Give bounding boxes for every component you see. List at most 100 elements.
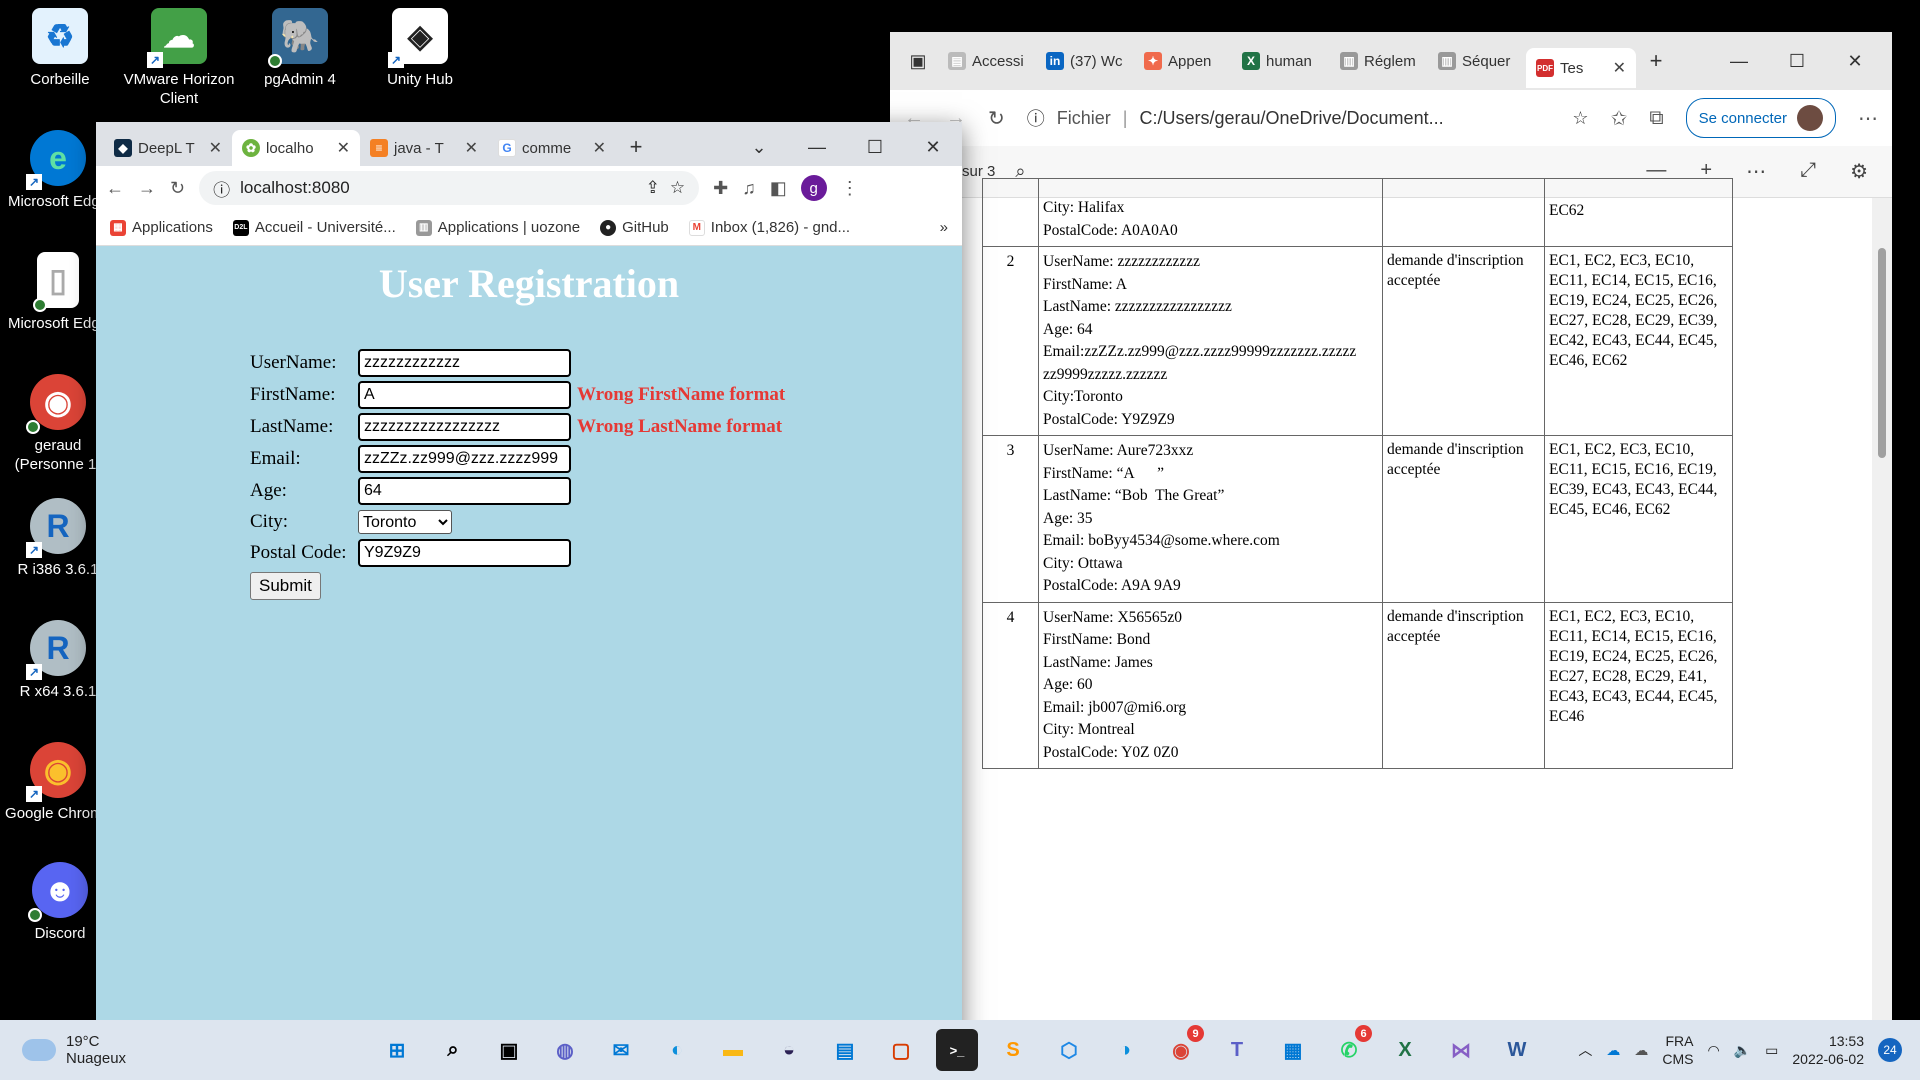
edge-tab[interactable]: ✦ Appen [1134,43,1232,79]
age-row: Age: [250,476,571,506]
new-tab-icon[interactable]: + [616,134,656,160]
close-tab-icon[interactable]: ✕ [209,138,222,158]
edge-tab[interactable]: Xhuman [1232,43,1330,79]
desktop-icon-pgadmin[interactable]: 🐘 pgAdmin 4 [242,8,358,89]
language-indicator[interactable]: FRA CMS [1662,1032,1693,1068]
minimize-icon[interactable]: — [788,137,846,158]
bookmark-star-icon[interactable]: ☆ [670,178,685,198]
sign-in-button[interactable]: Se connecter [1685,98,1836,138]
minimize-icon[interactable]: — [1710,51,1768,72]
whatsapp-icon[interactable]: ✆ 6 [1328,1025,1372,1071]
extensions-icon[interactable]: ✚ [713,178,728,199]
reload-icon[interactable]: ↻ [988,106,1005,131]
more-menu-icon[interactable]: ⋯ [1858,106,1878,131]
edge-tab-active[interactable]: PDF Tes ✕ [1526,48,1636,88]
more-bookmarks-icon[interactable]: » [940,219,948,236]
wifi-icon[interactable]: ◠ [1707,1042,1719,1059]
submit-button[interactable]: Submit [250,572,321,600]
profile-avatar[interactable]: g [800,175,827,201]
username-input[interactable] [358,349,571,377]
chrome-tab[interactable]: Gcomme ✕ [488,130,616,166]
edge-tab[interactable]: ▥ Réglem [1330,43,1428,79]
edge-tab[interactable]: ▤ Accessi [938,43,1036,79]
mail-icon[interactable]: ✉ [600,1029,642,1071]
clock[interactable]: 13:53 2022-06-02 [1792,1032,1864,1068]
edge-profile-icon[interactable]: ◑ [1104,1029,1146,1071]
bookmark-uozone[interactable]: ▥ Applications | uozone [415,219,580,236]
postal-input[interactable] [358,539,571,567]
edge-tab[interactable]: ▥ Séquer [1428,43,1526,79]
office-icon[interactable]: ▢ [880,1029,922,1071]
chrome-menu-icon[interactable]: ⋮ [841,178,859,199]
back-icon[interactable]: ← [106,178,124,199]
url-field[interactable]: ⓘ Fichier | C:/Users/gerau/OneDrive/Docu… [1027,105,1589,131]
desktop-icon-recycle-bin[interactable]: ♻ Corbeille [2,8,118,89]
close-icon[interactable]: ✕ [1826,51,1884,72]
tab-actions-icon[interactable]: ▣ [898,51,938,72]
more-tools-icon[interactable]: ⋯ [1746,159,1766,184]
chat-icon[interactable]: ◍ [544,1029,586,1071]
calendar-icon[interactable]: ▦ [1272,1029,1314,1071]
scrollbar-thumb[interactable] [1878,248,1886,458]
close-tab-icon[interactable]: ✕ [593,138,606,158]
volume-icon[interactable]: 🔈 [1734,1042,1751,1059]
firstname-input[interactable] [358,381,571,409]
city-select[interactable]: Toronto [358,510,452,534]
eclipse-icon[interactable]: ◒ [768,1029,810,1071]
desktop-icon-unity-hub[interactable]: ◈ ↗ Unity Hub [362,8,478,89]
notification-center-icon[interactable]: 24 [1878,1038,1902,1062]
reload-icon[interactable]: ↻ [170,178,185,199]
virtualbox-icon[interactable]: ⬡ [1048,1029,1090,1071]
edge-icon[interactable]: ◐ [656,1029,698,1071]
onedrive-personal-icon[interactable]: ☁ [1634,1042,1648,1059]
maximize-icon[interactable]: ☐ [846,137,904,158]
close-tab-icon[interactable]: ✕ [337,138,350,158]
close-icon[interactable]: ✕ [904,137,962,158]
terminal-icon[interactable]: >_ [936,1029,978,1071]
chrome-tab[interactable]: ◆ DeepL T ✕ [104,130,232,166]
task-view-icon[interactable]: ▣ [488,1029,530,1071]
onedrive-icon[interactable]: ☁ [1606,1042,1620,1059]
collections-icon[interactable]: ⧉ [1649,107,1663,130]
tab-search-icon[interactable]: ⌄ [730,137,788,158]
bookmark-apps[interactable]: ▦ Applications [110,219,213,236]
settings-icon[interactable]: ⚙ [1850,159,1868,184]
fit-page-icon[interactable]: ⤢ [1800,159,1816,184]
excel-icon[interactable]: X [1384,1029,1426,1071]
chrome-tab-active[interactable]: ✿ localho ✕ [232,130,360,166]
new-tab-icon[interactable]: + [1636,48,1676,74]
close-tab-icon[interactable]: ✕ [1613,58,1626,78]
search-icon[interactable]: ⌕ [432,1029,474,1071]
share-icon[interactable]: ⇪ [646,178,660,198]
age-input[interactable] [358,477,571,505]
forward-icon[interactable]: → [138,178,156,199]
edge-tab[interactable]: in (37) Wc [1036,43,1134,79]
maximize-icon[interactable]: ☐ [1768,51,1826,72]
pdf-scrollbar[interactable] [1872,198,1892,1052]
word-icon[interactable]: W [1496,1029,1538,1071]
lastname-input[interactable] [358,413,571,441]
visual-studio-icon[interactable]: ⋈ [1440,1029,1482,1071]
store-icon[interactable]: ▤ [824,1029,866,1071]
email-input[interactable] [358,445,571,473]
favorites-icon[interactable]: ✩ [1611,106,1628,131]
url-field[interactable]: ⓘ localhost:8080 ⇪ ☆ [199,171,700,205]
media-icon[interactable]: ♫ [742,178,756,199]
weather-widget[interactable]: 19°C Nuageux [0,1033,360,1067]
close-tab-icon[interactable]: ✕ [465,138,478,158]
teams-icon[interactable]: T [1216,1029,1258,1071]
side-panel-icon[interactable]: ◧ [770,178,787,199]
tray-overflow-icon[interactable]: ︿ [1578,1040,1592,1060]
chrome-icon[interactable]: ◉ 9 [1160,1025,1204,1071]
file-explorer-icon[interactable]: ▬ [712,1029,754,1071]
chrome-tab[interactable]: ≡ java - T ✕ [360,130,488,166]
bookmark-github[interactable]: ● GitHub [600,219,669,236]
sublime-icon[interactable]: S [992,1029,1034,1071]
battery-icon[interactable]: ▭ [1765,1042,1778,1059]
add-favorite-icon[interactable]: ☆ [1572,108,1588,129]
bookmark-d2l[interactable]: D2L Accueil - Université... [232,219,396,236]
pdf-viewport[interactable]: City: Halifax PostalCode: A0A0A0 EC62 2 … [890,178,1892,1052]
bookmark-gmail[interactable]: M Inbox (1,826) - gnd... [688,219,850,236]
start-icon[interactable]: ⊞ [376,1029,418,1071]
desktop-icon-vmware[interactable]: ☁ ↗ VMware Horizon Client [121,8,237,108]
